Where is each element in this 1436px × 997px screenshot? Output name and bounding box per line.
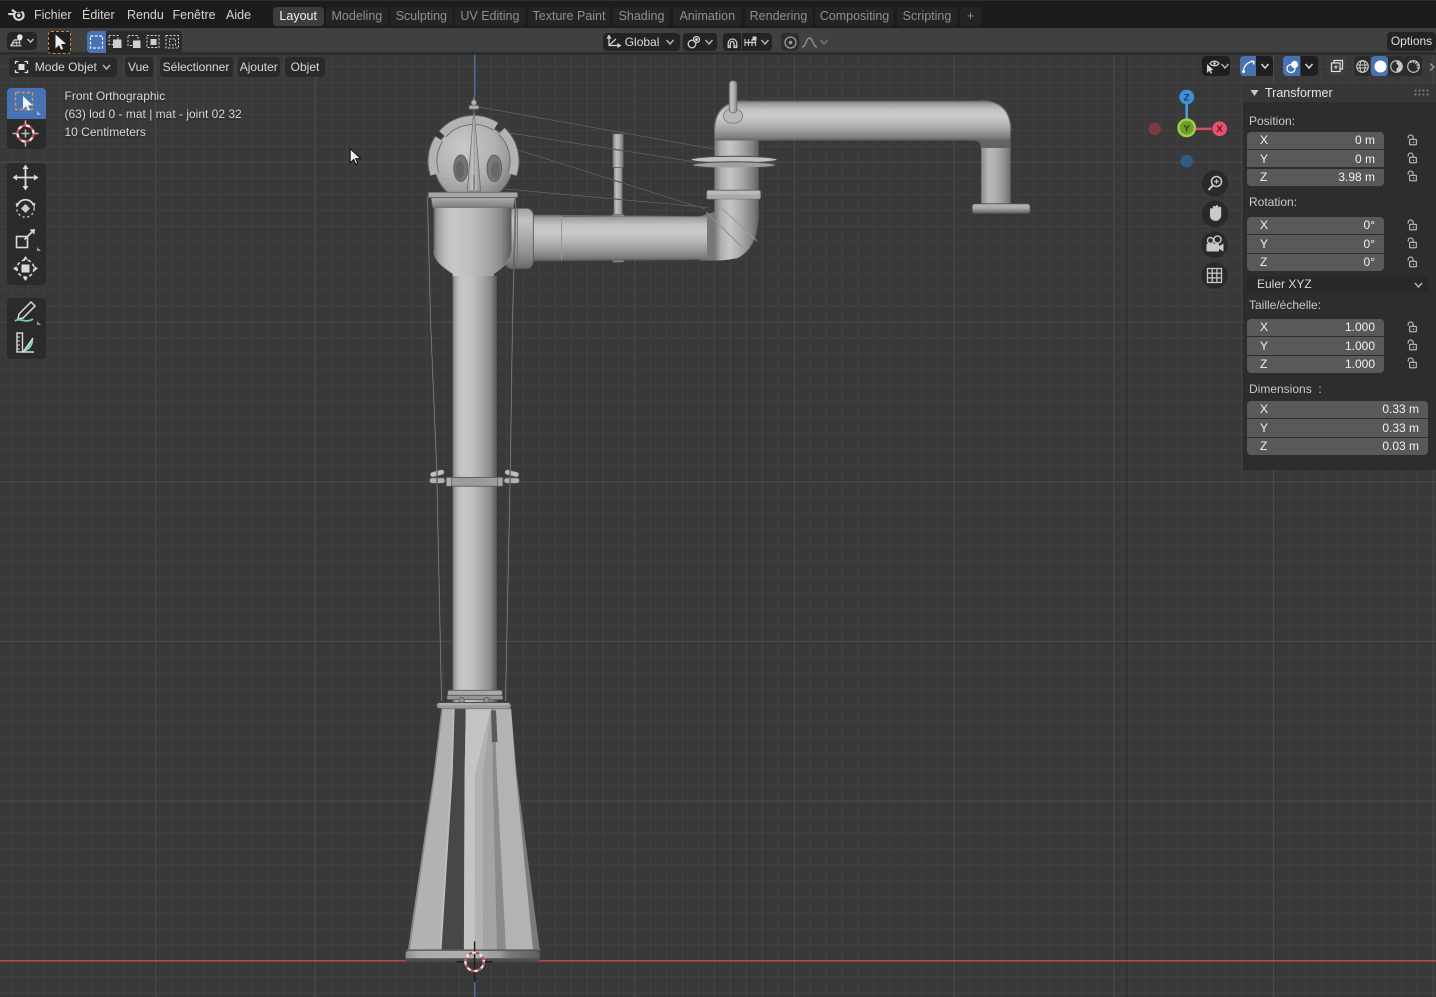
svg-text:Z: Z (1184, 92, 1190, 103)
svg-text:X: X (1216, 124, 1223, 135)
svg-text:Y: Y (1184, 123, 1191, 134)
